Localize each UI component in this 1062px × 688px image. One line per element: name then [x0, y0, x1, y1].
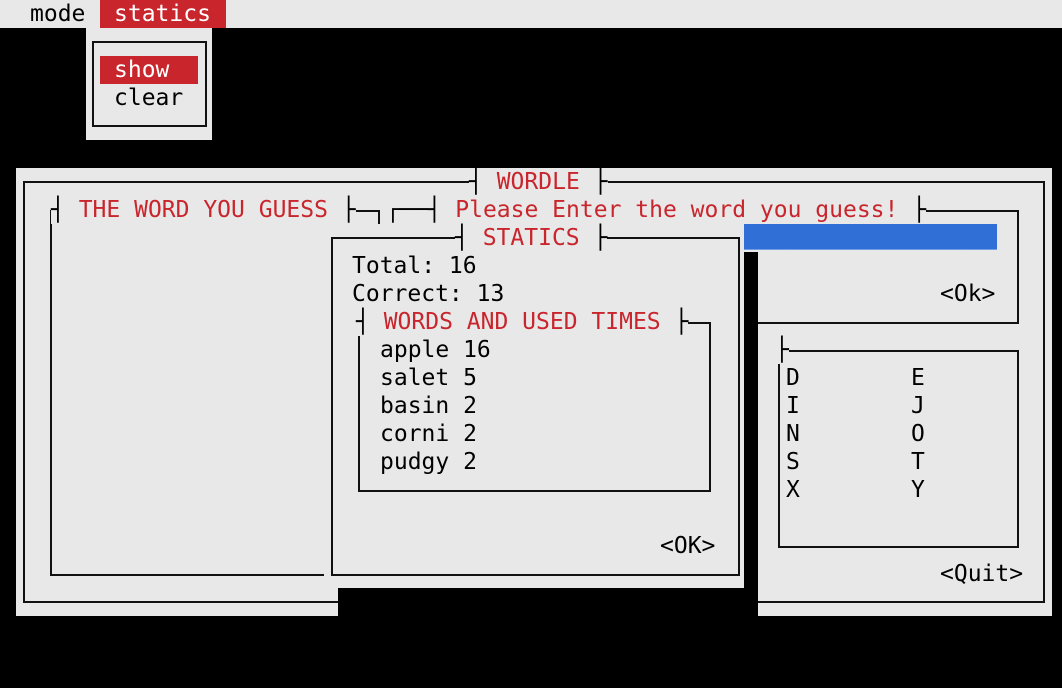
- letter: Y: [911, 477, 925, 503]
- dialog-shadow-right: [744, 252, 758, 592]
- list-item: pudgy 2: [380, 449, 477, 475]
- statics-title-text: STATICS: [482, 225, 580, 251]
- letter: E: [911, 365, 925, 391]
- words-panel-title: ┤ WORDS AND USED TIMES ├: [356, 308, 689, 336]
- statics-dialog-title: ┤ STATICS ├: [455, 224, 608, 252]
- letters-col-1: DINSX: [786, 364, 800, 504]
- letter: N: [786, 421, 800, 447]
- letters-panel: [778, 350, 1019, 548]
- words-title-text: WORDS AND USED TIMES: [383, 309, 661, 335]
- letter: O: [911, 421, 925, 447]
- letter: T: [911, 449, 925, 475]
- menu-statics[interactable]: statics: [100, 0, 226, 28]
- guess-panel-title: ┤ THE WORD YOU GUESS ├: [51, 196, 356, 224]
- letters-panel-corner: ├: [775, 336, 789, 364]
- words-list: apple 16 salet 5 basin 2 corni 2 pudgy 2: [380, 336, 491, 476]
- letter: X: [786, 477, 800, 503]
- quit-button[interactable]: <Quit>: [940, 560, 1023, 588]
- dialog-shadow-bottom: [338, 588, 758, 616]
- letters-col-2: EJOTY: [911, 364, 925, 504]
- statics-ok-button[interactable]: <OK>: [660, 532, 715, 560]
- menu-item-show[interactable]: show: [100, 56, 198, 84]
- guess-input[interactable]: ___________________: [744, 224, 997, 250]
- list-item: basin 2: [380, 393, 477, 419]
- letter: I: [786, 393, 800, 419]
- correct-label: Correct: 13: [352, 281, 505, 307]
- ok-button[interactable]: <Ok>: [940, 280, 995, 308]
- menu-mode[interactable]: mode: [30, 0, 85, 28]
- total-label: Total: 16: [352, 253, 477, 279]
- prompt-panel-title: ┌──┤ Please Enter the word you guess! ├: [386, 196, 927, 224]
- letter: J: [911, 393, 925, 419]
- wordle-title: ┤ WORDLE ├: [469, 168, 608, 196]
- letter: S: [786, 449, 800, 475]
- menu-item-clear[interactable]: clear: [114, 84, 183, 112]
- wordle-title-text: WORDLE: [496, 169, 580, 195]
- list-item: corni 2: [380, 421, 477, 447]
- prompt-title-text: Please Enter the word you guess!: [455, 197, 899, 223]
- list-item: apple 16: [380, 337, 491, 363]
- letter: D: [786, 365, 800, 391]
- guess-panel-title-text: THE WORD YOU GUESS: [78, 197, 328, 223]
- list-item: salet 5: [380, 365, 477, 391]
